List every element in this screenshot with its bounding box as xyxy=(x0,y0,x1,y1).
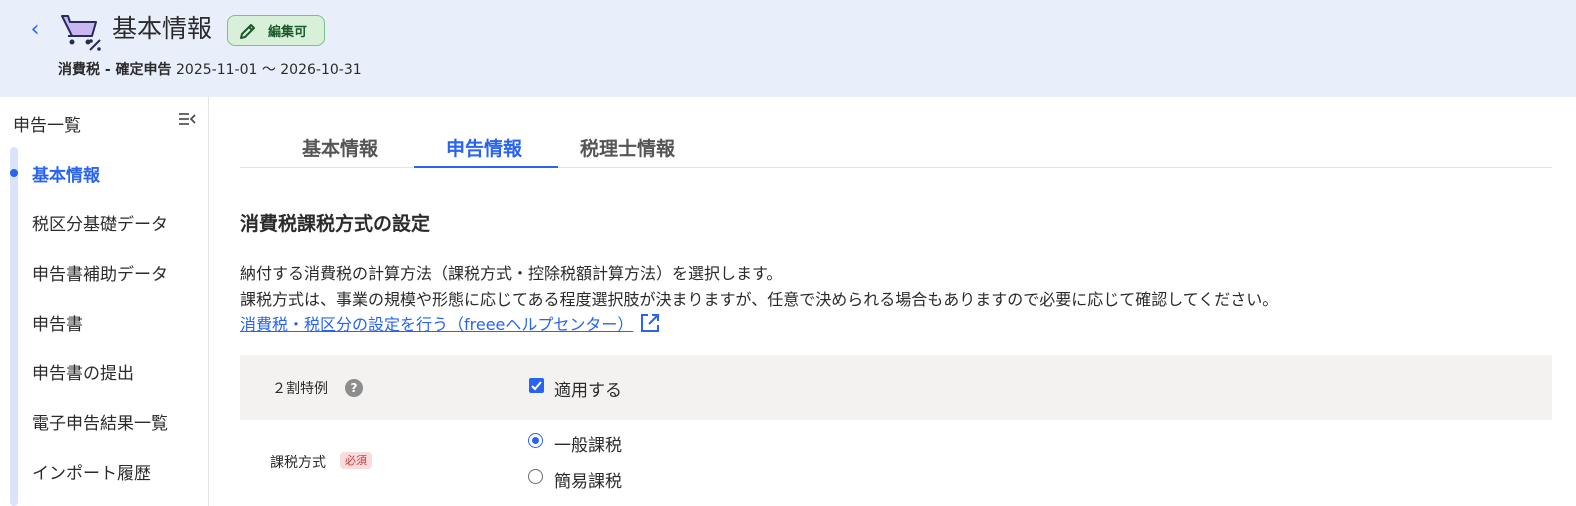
tax-method-row: 課税方式 必須 一般課税 簡易課税 xyxy=(240,421,1552,506)
special-rule-label: ２割特例 xyxy=(272,381,328,397)
radio-simplified-taxation[interactable] xyxy=(528,469,543,484)
editable-badge-label: 編集可 xyxy=(268,25,308,40)
tab-filing-info[interactable]: 申告情報 xyxy=(446,134,522,161)
checkmark-icon xyxy=(531,381,542,391)
sidebar-item-import-history[interactable]: インポート履歴 xyxy=(32,459,151,484)
radio-general-taxation[interactable] xyxy=(528,433,543,448)
sidebar-progress-track xyxy=(10,147,18,506)
sidebar-item-tax-return[interactable]: 申告書 xyxy=(32,310,83,335)
filing-period: 2025-11-01 〜 2026-10-31 xyxy=(176,62,362,78)
special-rule-checkbox-label[interactable]: 適用する xyxy=(554,376,622,401)
radio-simplified-taxation-label[interactable]: 簡易課税 xyxy=(554,467,622,492)
sidebar-item-tax-category-data[interactable]: 税区分基礎データ xyxy=(32,210,168,235)
special-rule-row: ２割特例 ? 適用する xyxy=(240,355,1552,420)
tax-method-label: 課税方式 xyxy=(270,455,326,471)
sidebar-active-indicator xyxy=(10,169,18,177)
collapse-sidebar-icon[interactable] xyxy=(178,111,196,127)
page-title: 基本情報 xyxy=(112,14,213,43)
radio-general-taxation-label[interactable]: 一般課税 xyxy=(554,431,622,456)
external-link-icon xyxy=(641,314,660,332)
filing-subtitle: 消費税 - 確定申告 2025-11-01 〜 2026-10-31 xyxy=(58,59,362,79)
sidebar-item-e-filing-results[interactable]: 電子申告結果一覧 xyxy=(32,409,168,434)
tab-basic-info[interactable]: 基本情報 xyxy=(302,134,378,161)
back-chevron-icon[interactable]: ‹ xyxy=(24,18,46,42)
sidebar: 申告一覧 基本情報 税区分基礎データ 申告書補助データ 申告書 申告書の提出 電… xyxy=(0,97,209,506)
sidebar-item-basic-info[interactable]: 基本情報 xyxy=(32,161,100,186)
special-rule-checkbox[interactable] xyxy=(529,378,544,393)
sidebar-item-return-aux-data[interactable]: 申告書補助データ xyxy=(32,260,168,285)
pencil-icon xyxy=(240,23,255,39)
tax-kind-label: 消費税 - 確定申告 xyxy=(58,62,172,78)
cart-percent-icon xyxy=(61,15,101,51)
required-badge: 必須 xyxy=(340,452,372,469)
help-center-link-label: 消費税・税区分の設定を行う（freeeヘルプセンター） xyxy=(240,315,634,334)
tab-tax-accountant-info[interactable]: 税理士情報 xyxy=(580,134,675,161)
sidebar-item-submission[interactable]: 申告書の提出 xyxy=(32,359,134,384)
page-header: ‹ 基本情報 編集可 消費税 - 確定申告 2025-11-01 〜 2026-… xyxy=(0,0,1576,97)
section-description-2: 課税方式は、事業の規模や形態に応じてある程度選択肢が決まりますが、任意で決められ… xyxy=(240,290,1279,309)
tab-bar: 基本情報 申告情報 税理士情報 xyxy=(240,122,1552,168)
help-center-link[interactable]: 消費税・税区分の設定を行う（freeeヘルプセンター） xyxy=(240,311,661,335)
active-tab-underline xyxy=(414,166,558,168)
section-title: 消費税課税方式の設定 xyxy=(240,213,431,235)
sidebar-heading: 申告一覧 xyxy=(13,116,81,136)
section-description-1: 納付する消費税の計算方法（課税方式・控除税額計算方法）を選択します。 xyxy=(240,264,783,283)
help-question-icon[interactable]: ? xyxy=(345,379,363,397)
editable-badge: 編集可 xyxy=(227,15,325,46)
